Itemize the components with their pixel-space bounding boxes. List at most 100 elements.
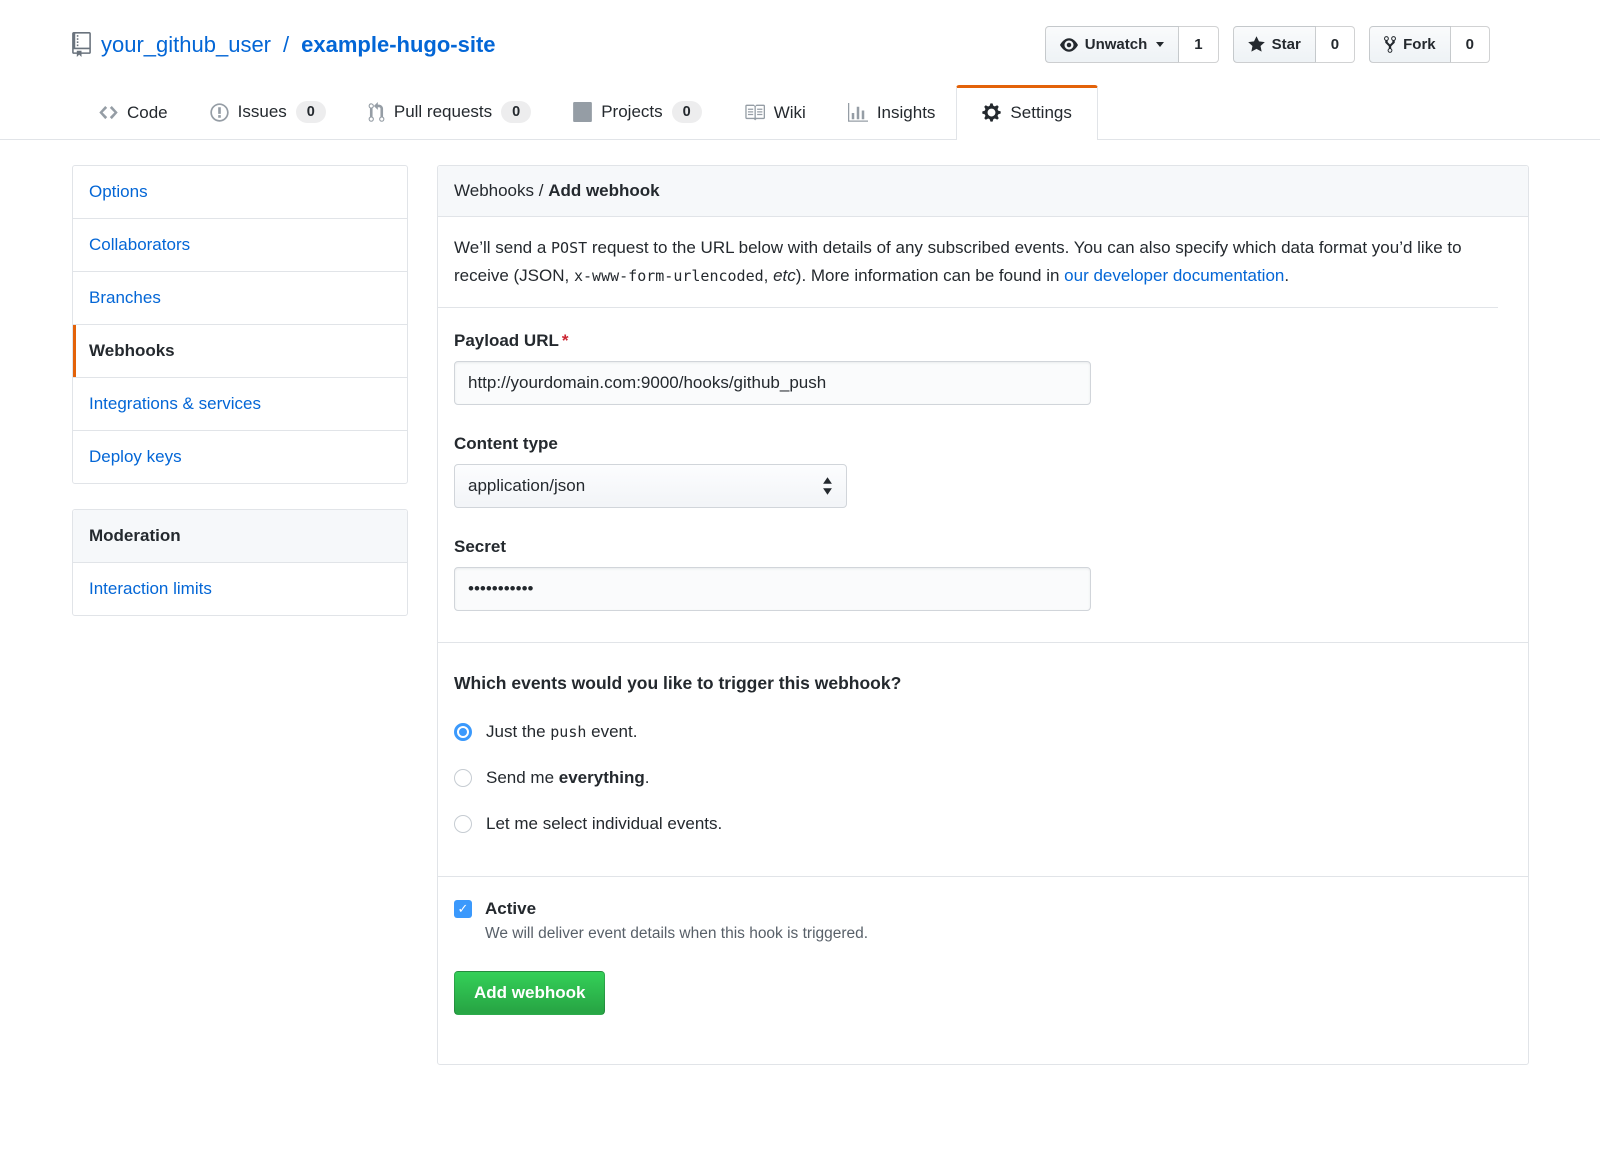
tab-issues[interactable]: Issues 0 — [189, 85, 347, 139]
repo-icon — [72, 32, 91, 57]
sidebar-item-webhooks[interactable]: Webhooks — [73, 325, 407, 378]
secret-input[interactable] — [454, 567, 1091, 611]
add-webhook-panel: Webhooks / Add webhook We’ll send a POST… — [437, 165, 1529, 1065]
option-text: Let me select individual events. — [486, 814, 722, 833]
stargazers-count[interactable]: 0 — [1316, 26, 1355, 63]
fork-button-group: Fork 0 — [1369, 26, 1490, 63]
eye-icon — [1060, 36, 1078, 54]
content-type-group: Content type application/json — [454, 434, 1512, 508]
content-type-label: Content type — [454, 434, 1512, 454]
repo-name-link[interactable]: example-hugo-site — [301, 32, 495, 58]
repo-forked-icon — [1384, 35, 1396, 54]
tab-issues-label: Issues — [238, 102, 287, 122]
tab-projects-label: Projects — [601, 102, 662, 122]
repo-header: your_github_user / example-hugo-site Unw… — [0, 0, 1600, 63]
breadcrumb: Webhooks / Add webhook — [438, 166, 1528, 217]
urlencoded-code-text: x-www-form-urlencoded — [574, 267, 764, 285]
breadcrumb-separator: / — [534, 181, 548, 200]
sidebar-item-deploy-keys[interactable]: Deploy keys — [73, 431, 407, 483]
tab-settings[interactable]: Settings — [956, 85, 1097, 140]
projects-counter: 0 — [672, 101, 702, 123]
repo-tab-bar: Code Issues 0 Pull requests 0 Projects 0 — [0, 85, 1600, 140]
tab-code-label: Code — [127, 103, 168, 123]
active-section: ✓ Active We will deliver event details w… — [438, 877, 1528, 1064]
event-option-everything-label: Send me everything. — [486, 768, 649, 788]
payload-url-input[interactable] — [454, 361, 1091, 405]
secret-group: Secret — [454, 537, 1512, 611]
webhook-events-section: Which events would you like to trigger t… — [438, 643, 1528, 877]
content-type-select[interactable]: application/json — [454, 464, 847, 508]
tab-wiki[interactable]: Wiki — [723, 86, 827, 139]
star-button-group: Star 0 — [1233, 26, 1356, 63]
book-icon — [744, 102, 765, 123]
breadcrumb-webhooks-link[interactable]: Webhooks — [454, 181, 534, 200]
active-label: Active — [485, 899, 536, 919]
description-text: , — [764, 266, 773, 285]
fork-button[interactable]: Fork — [1369, 26, 1451, 63]
watch-button-group: Unwatch 1 — [1045, 26, 1219, 63]
star-label: Star — [1272, 36, 1301, 53]
option-text: Just the — [486, 722, 550, 741]
post-code-text: POST — [551, 239, 587, 257]
repo-actions: Unwatch 1 Star 0 — [1045, 26, 1490, 63]
sidebar-item-interaction-limits[interactable]: Interaction limits — [73, 563, 407, 615]
tab-code[interactable]: Code — [78, 86, 189, 139]
everything-bold-text: everything — [559, 768, 645, 787]
option-text: Send me — [486, 768, 559, 787]
sidebar-item-integrations-services[interactable]: Integrations & services — [73, 378, 407, 431]
payload-url-label-text: Payload URL — [454, 331, 559, 350]
project-icon — [573, 102, 592, 122]
description-text: We’ll send a — [454, 238, 551, 257]
event-option-just-push-label: Just the push event. — [486, 722, 637, 742]
sidebar-item-options[interactable]: Options — [73, 166, 407, 219]
pull-requests-counter: 0 — [501, 101, 531, 123]
moderation-menu: Moderation Interaction limits — [72, 509, 408, 616]
tab-pull-requests[interactable]: Pull requests 0 — [347, 85, 552, 139]
active-checkbox-row[interactable]: ✓ Active — [454, 899, 1512, 919]
caret-down-icon — [1156, 42, 1164, 47]
settings-content: Options Collaborators Branches Webhooks … — [72, 165, 1529, 1065]
fork-label: Fork — [1403, 36, 1436, 53]
repo-owner-link[interactable]: your_github_user — [101, 32, 271, 58]
developer-documentation-link[interactable]: our developer documentation — [1064, 266, 1284, 285]
event-option-individual-label: Let me select individual events. — [486, 814, 722, 834]
event-option-just-push[interactable]: Just the push event. — [454, 722, 1512, 742]
event-option-individual[interactable]: Let me select individual events. — [454, 814, 1512, 834]
required-asterisk: * — [562, 331, 569, 350]
radio-button-individual[interactable] — [454, 815, 472, 833]
webhook-description: We’ll send a POST request to the URL bel… — [438, 217, 1498, 308]
tab-projects[interactable]: Projects 0 — [552, 85, 723, 139]
select-arrows-icon — [822, 477, 833, 495]
event-option-everything[interactable]: Send me everything. — [454, 768, 1512, 788]
add-webhook-button[interactable]: Add webhook — [454, 971, 605, 1015]
graph-icon — [848, 103, 868, 123]
webhook-form: Payload URL* Content type application/js… — [438, 308, 1528, 643]
radio-button-just-push[interactable] — [454, 723, 472, 741]
github-repo-settings-page: your_github_user / example-hugo-site Unw… — [0, 0, 1600, 1065]
forks-count[interactable]: 0 — [1451, 26, 1490, 63]
active-note: We will deliver event details when this … — [485, 925, 1512, 943]
active-checkbox[interactable]: ✓ — [454, 900, 472, 918]
sidebar-item-collaborators[interactable]: Collaborators — [73, 219, 407, 272]
description-text: ). More information can be found in — [796, 266, 1064, 285]
etc-text: etc — [773, 266, 796, 285]
content-type-selected-value: application/json — [468, 476, 585, 496]
radio-button-everything[interactable] — [454, 769, 472, 787]
gear-icon — [982, 102, 1001, 123]
payload-url-label: Payload URL* — [454, 331, 1512, 351]
code-icon — [99, 102, 118, 123]
secret-label: Secret — [454, 537, 1512, 557]
star-button[interactable]: Star — [1233, 26, 1316, 63]
watchers-count[interactable]: 1 — [1179, 26, 1218, 63]
moderation-header: Moderation — [73, 510, 407, 563]
repo-title: your_github_user / example-hugo-site — [72, 32, 496, 58]
tab-insights[interactable]: Insights — [827, 87, 957, 139]
description-text: . — [1284, 266, 1289, 285]
star-icon — [1248, 35, 1265, 54]
page-title: Add webhook — [548, 181, 659, 200]
option-text: event. — [586, 722, 637, 741]
unwatch-button[interactable]: Unwatch — [1045, 26, 1180, 63]
unwatch-label: Unwatch — [1085, 36, 1148, 53]
sidebar-item-branches[interactable]: Branches — [73, 272, 407, 325]
git-pull-request-icon — [368, 102, 385, 123]
